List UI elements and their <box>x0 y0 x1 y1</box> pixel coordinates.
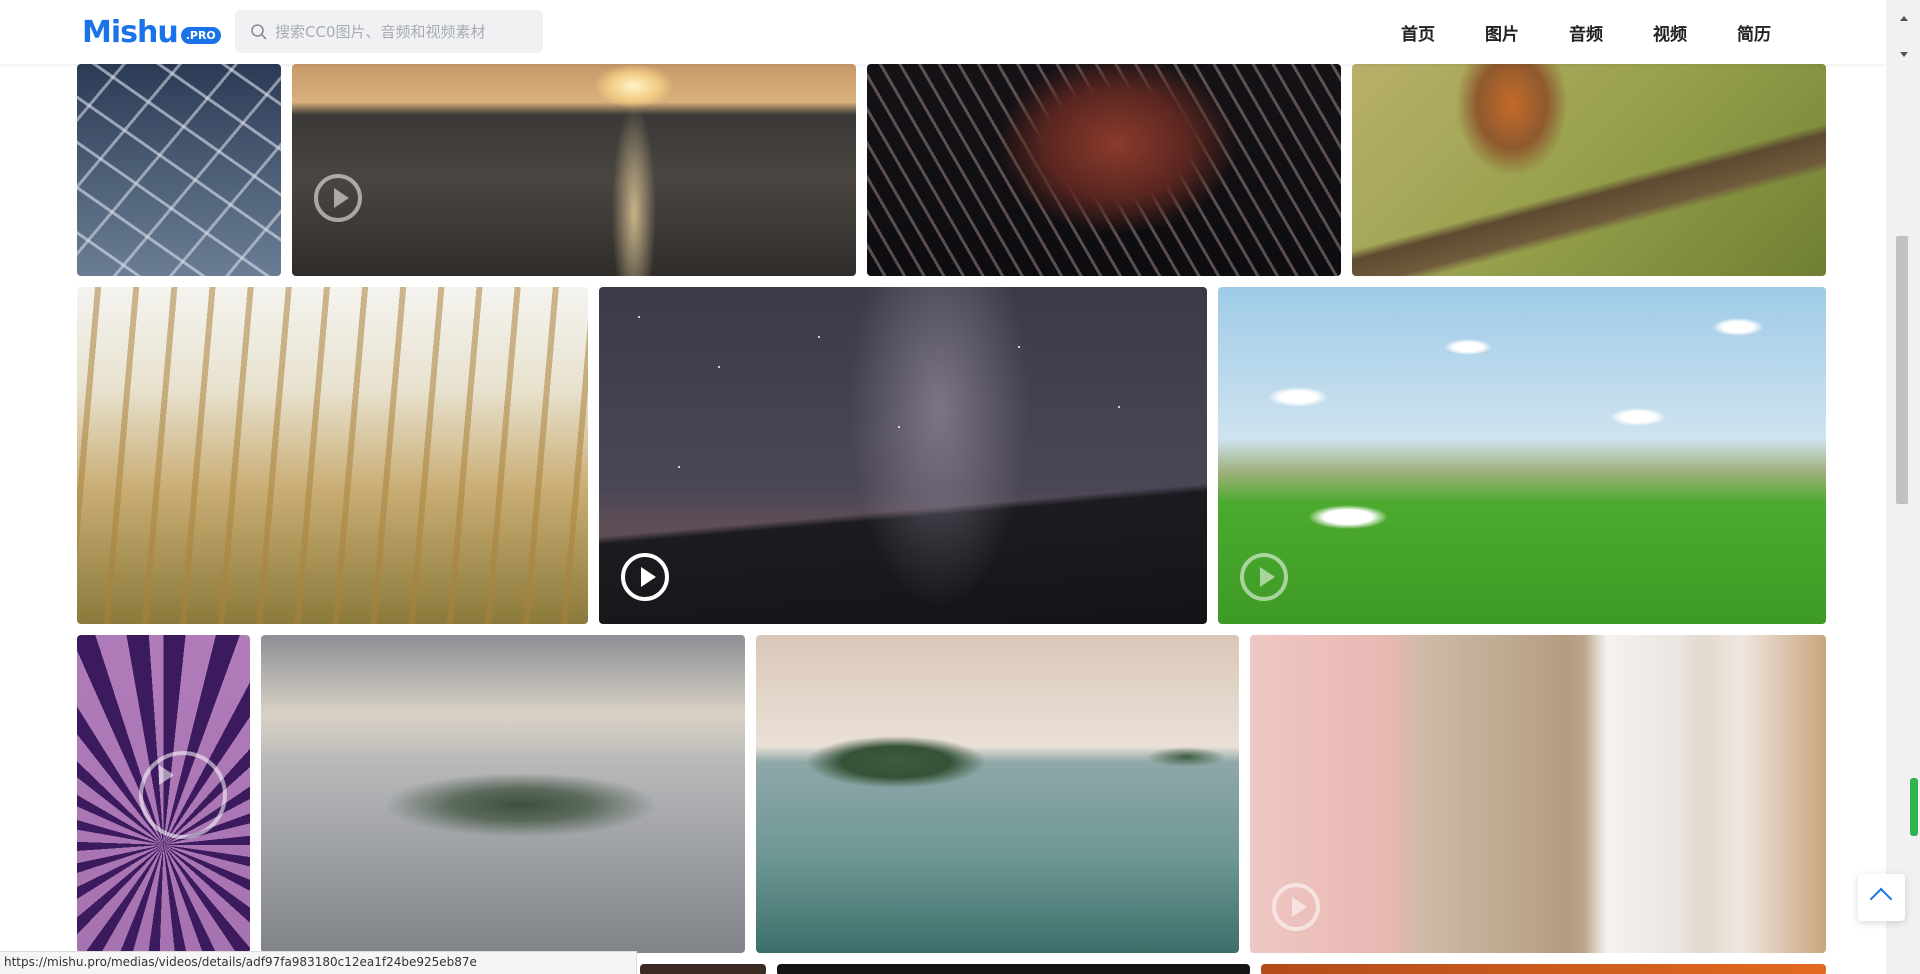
media-tile-cracked-salt[interactable] <box>77 64 281 276</box>
media-tile-bird-branch[interactable] <box>1352 64 1826 276</box>
nav-videos[interactable]: 视频 <box>1653 20 1687 45</box>
chevron-up-icon <box>1869 887 1893 911</box>
play-icon <box>1240 553 1288 601</box>
search-icon <box>251 24 267 40</box>
scroll-position-indicator <box>1910 778 1918 836</box>
vertical-scrollbar[interactable] <box>1886 0 1920 974</box>
media-tile-sunset-sea[interactable] <box>292 64 856 276</box>
scrollbar-thumb[interactable] <box>1896 236 1908 504</box>
play-icon <box>621 553 669 601</box>
media-tile-lake-pier[interactable] <box>756 635 1239 953</box>
main-nav: 首页 图片 音频 视频 简历 <box>1351 0 1771 64</box>
play-icon <box>314 174 362 222</box>
media-tile-partial[interactable] <box>777 964 1250 974</box>
page: Mishu .PRO 首页 图片 音频 视频 简历 <box>0 0 1920 974</box>
search-box[interactable] <box>235 10 543 53</box>
media-tile-egrets[interactable] <box>1218 287 1826 624</box>
nav-images[interactable]: 图片 <box>1485 20 1519 45</box>
logo-text: Mishu <box>82 14 179 50</box>
media-tile-lionfish[interactable] <box>867 64 1341 276</box>
nav-resume[interactable]: 简历 <box>1737 20 1771 45</box>
media-tile-wheat-field[interactable] <box>77 287 588 624</box>
media-tile-milky-way[interactable] <box>599 287 1207 624</box>
site-logo[interactable]: Mishu .PRO <box>82 12 221 52</box>
scroll-up-arrow-icon[interactable] <box>1900 16 1908 21</box>
logo-badge: .PRO <box>180 26 221 44</box>
top-header: Mishu .PRO 首页 图片 音频 视频 简历 <box>0 0 1886 64</box>
play-icon <box>1272 883 1320 931</box>
media-tile-partial[interactable] <box>1261 964 1826 974</box>
media-tile-partial[interactable] <box>640 964 766 974</box>
back-to-top-button[interactable] <box>1858 874 1905 921</box>
nav-audio[interactable]: 音频 <box>1569 20 1603 45</box>
media-tile-hand-wall[interactable] <box>1250 635 1826 953</box>
search-input[interactable] <box>275 10 537 53</box>
play-icon <box>139 751 227 839</box>
scroll-down-arrow-icon[interactable] <box>1900 52 1908 57</box>
media-tile-purple-flower[interactable] <box>77 635 250 953</box>
media-tile-misty-island[interactable] <box>261 635 745 953</box>
nav-home[interactable]: 首页 <box>1401 20 1435 45</box>
status-bar-url: https://mishu.pro/medias/videos/details/… <box>0 951 637 974</box>
